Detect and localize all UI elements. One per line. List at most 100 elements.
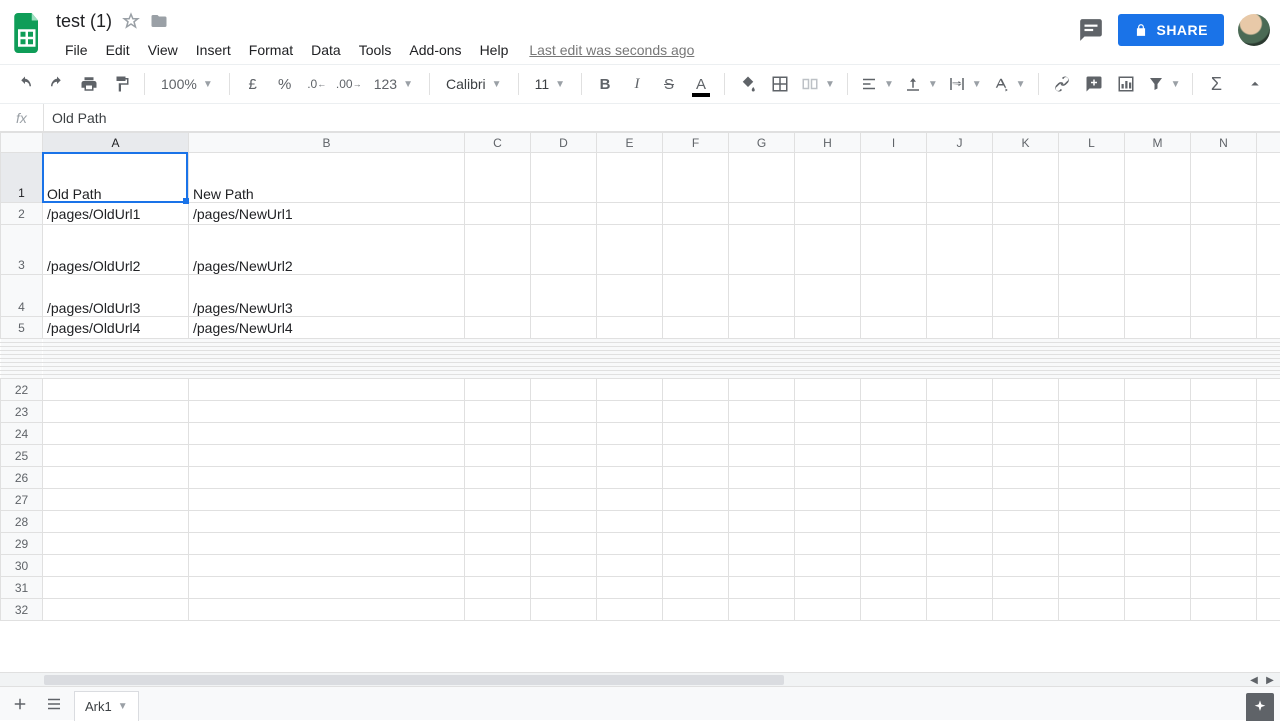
- strikethrough-button[interactable]: S: [654, 69, 684, 99]
- cell-a2[interactable]: /pages/OldUrl1: [43, 203, 189, 225]
- menu-file[interactable]: File: [56, 38, 97, 62]
- collapse-toolbar-button[interactable]: [1240, 69, 1270, 99]
- all-sheets-button[interactable]: [40, 690, 68, 718]
- menu-view[interactable]: View: [139, 38, 187, 62]
- insert-comment-button[interactable]: [1079, 69, 1109, 99]
- menu-help[interactable]: Help: [471, 38, 518, 62]
- cell-b2[interactable]: /pages/NewUrl1: [189, 203, 465, 225]
- filter-button[interactable]: ▼: [1143, 69, 1185, 99]
- borders-button[interactable]: [765, 69, 795, 99]
- share-button[interactable]: SHARE: [1118, 14, 1224, 46]
- horizontal-align-button[interactable]: ▼: [856, 69, 898, 99]
- currency-button[interactable]: £: [238, 69, 268, 99]
- row-header-4[interactable]: 4: [1, 275, 43, 317]
- print-button[interactable]: [74, 69, 104, 99]
- add-sheet-button[interactable]: [6, 690, 34, 718]
- cell-b3[interactable]: /pages/NewUrl2: [189, 225, 465, 275]
- zoom-dropdown[interactable]: 100%▼: [153, 69, 221, 99]
- insert-chart-button[interactable]: [1111, 69, 1141, 99]
- insert-link-button[interactable]: [1047, 69, 1077, 99]
- col-header-f[interactable]: F: [663, 133, 729, 153]
- sheet-tab-label: Ark1: [85, 699, 112, 714]
- vertical-align-button[interactable]: ▼: [900, 69, 942, 99]
- functions-button[interactable]: Σ: [1201, 69, 1231, 99]
- col-header-d[interactable]: D: [531, 133, 597, 153]
- row-23: 23: [1, 401, 1280, 423]
- scroll-left-arrow[interactable]: ◀: [1246, 673, 1262, 687]
- col-header-j[interactable]: J: [927, 133, 993, 153]
- last-edit-link[interactable]: Last edit was seconds ago: [529, 42, 694, 58]
- cell-b4[interactable]: /pages/NewUrl3: [189, 275, 465, 317]
- menu-insert[interactable]: Insert: [187, 38, 240, 62]
- toolbar: 100%▼ £ % .0← .00→ 123▼ Calibri▼ 11▼ B I…: [0, 64, 1280, 104]
- percent-button[interactable]: %: [270, 69, 300, 99]
- row-28: 28: [1, 511, 1280, 533]
- row-2: 2 /pages/OldUrl1 /pages/NewUrl1: [1, 203, 1280, 225]
- menu-addons[interactable]: Add-ons: [400, 38, 470, 62]
- col-header-n[interactable]: N: [1191, 133, 1257, 153]
- menu-edit[interactable]: Edit: [97, 38, 139, 62]
- font-value: Calibri: [446, 76, 486, 92]
- cell-b5[interactable]: /pages/NewUrl4: [189, 317, 465, 339]
- row-header-3[interactable]: 3: [1, 225, 43, 275]
- row-5: 5 /pages/OldUrl4 /pages/NewUrl4: [1, 317, 1280, 339]
- fx-icon[interactable]: fx: [0, 104, 44, 131]
- select-all-corner[interactable]: [1, 133, 43, 153]
- scrollbar-thumb[interactable]: [44, 675, 784, 685]
- col-header-a[interactable]: A: [43, 133, 189, 153]
- col-header-o[interactable]: O: [1257, 133, 1280, 153]
- cell-a4[interactable]: /pages/OldUrl3: [43, 275, 189, 317]
- col-header-l[interactable]: L: [1059, 133, 1125, 153]
- col-header-h[interactable]: H: [795, 133, 861, 153]
- sheets-app-icon[interactable]: [8, 6, 48, 60]
- col-header-c[interactable]: C: [465, 133, 531, 153]
- row-header-1[interactable]: 1: [1, 153, 43, 203]
- increase-decimal-button[interactable]: .00→: [334, 69, 364, 99]
- text-wrap-button[interactable]: ▼: [944, 69, 986, 99]
- col-header-e[interactable]: E: [597, 133, 663, 153]
- move-folder-icon[interactable]: [150, 12, 168, 30]
- account-avatar[interactable]: [1238, 14, 1270, 46]
- menu-data[interactable]: Data: [302, 38, 350, 62]
- row-header-2[interactable]: 2: [1, 203, 43, 225]
- col-header-i[interactable]: I: [861, 133, 927, 153]
- sheet-tab-menu-icon[interactable]: ▼: [118, 701, 128, 712]
- sheet-tab-active[interactable]: Ark1 ▼: [74, 691, 139, 721]
- number-format-dropdown[interactable]: 123▼: [366, 69, 421, 99]
- horizontal-scrollbar[interactable]: ◀ ▶: [0, 672, 1280, 686]
- scroll-right-arrow[interactable]: ▶: [1262, 673, 1278, 687]
- row-22: 22: [1, 379, 1280, 401]
- comments-icon[interactable]: [1078, 17, 1104, 43]
- lock-icon: [1134, 23, 1148, 37]
- col-header-b[interactable]: B: [189, 133, 465, 153]
- document-title[interactable]: test (1): [56, 11, 112, 32]
- decrease-decimal-button[interactable]: .0←: [302, 69, 332, 99]
- star-icon[interactable]: [122, 12, 140, 30]
- text-color-button[interactable]: A: [686, 69, 716, 99]
- italic-button[interactable]: I: [622, 69, 652, 99]
- fill-color-button[interactable]: [733, 69, 763, 99]
- redo-button[interactable]: [42, 69, 72, 99]
- undo-button[interactable]: [10, 69, 40, 99]
- merge-cells-button[interactable]: ▼: [797, 69, 839, 99]
- cell-b1[interactable]: New Path: [189, 153, 465, 203]
- row-header-5[interactable]: 5: [1, 317, 43, 339]
- explore-button[interactable]: [1246, 693, 1274, 721]
- menu-tools[interactable]: Tools: [350, 38, 401, 62]
- row-31: 31: [1, 577, 1280, 599]
- cell-a3[interactable]: /pages/OldUrl2: [43, 225, 189, 275]
- row-3: 3 /pages/OldUrl2 /pages/NewUrl2: [1, 225, 1280, 275]
- paint-format-button[interactable]: [106, 69, 136, 99]
- font-family-dropdown[interactable]: Calibri▼: [438, 69, 510, 99]
- col-header-m[interactable]: M: [1125, 133, 1191, 153]
- text-rotation-button[interactable]: ▼: [988, 69, 1030, 99]
- cell-a1[interactable]: Old Path: [43, 153, 189, 203]
- menu-format[interactable]: Format: [240, 38, 302, 62]
- font-size-dropdown[interactable]: 11▼: [527, 69, 573, 99]
- formula-input[interactable]: [44, 110, 1280, 126]
- bold-button[interactable]: B: [590, 69, 620, 99]
- col-header-g[interactable]: G: [729, 133, 795, 153]
- spreadsheet-grid[interactable]: A B C D E F G H I J K L M N O 1 Old Path: [0, 132, 1280, 672]
- col-header-k[interactable]: K: [993, 133, 1059, 153]
- cell-a5[interactable]: /pages/OldUrl4: [43, 317, 189, 339]
